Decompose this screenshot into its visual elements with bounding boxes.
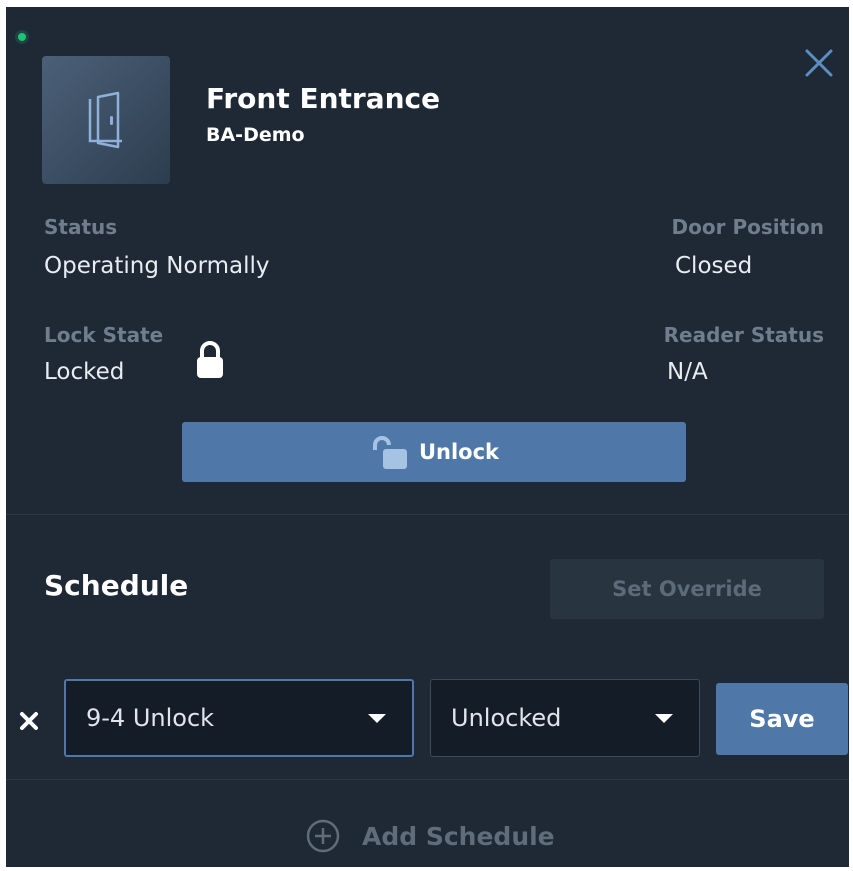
close-icon[interactable]	[804, 48, 834, 78]
save-button-label: Save	[749, 705, 815, 733]
unlock-button[interactable]: Unlock	[182, 422, 686, 482]
section-divider	[6, 514, 849, 515]
section-divider	[6, 779, 849, 780]
padlock-open-icon	[372, 436, 407, 469]
door-thumbnail	[42, 56, 170, 184]
lock-state-label: Lock State	[44, 323, 164, 347]
add-schedule-button[interactable]: Add Schedule	[306, 819, 555, 853]
remove-schedule-icon[interactable]	[18, 710, 40, 732]
padlock-locked-icon	[194, 340, 226, 384]
schedule-title: Schedule	[44, 569, 189, 602]
schedule-select-value: 9-4 Unlock	[86, 704, 215, 732]
caret-down-icon	[368, 713, 386, 723]
lock-mode-select[interactable]: Unlocked	[430, 679, 700, 757]
status-value: Operating Normally	[44, 253, 270, 279]
reader-status-value: N/A	[667, 359, 708, 385]
online-status-dot	[18, 33, 26, 41]
lock-state-value: Locked	[44, 359, 125, 385]
site-name: BA-Demo	[206, 124, 305, 146]
door-position-label: Door Position	[671, 215, 824, 239]
door-name: Front Entrance	[206, 82, 441, 115]
set-override-label: Set Override	[612, 577, 762, 601]
door-icon	[88, 91, 122, 149]
unlock-button-label: Unlock	[418, 440, 500, 464]
status-label: Status	[44, 215, 118, 239]
save-button[interactable]: Save	[716, 683, 848, 755]
reader-status-label: Reader Status	[663, 323, 824, 347]
schedule-select[interactable]: 9-4 Unlock	[64, 679, 414, 757]
add-schedule-label: Add Schedule	[362, 821, 555, 851]
door-detail-panel: Front Entrance BA-Demo Status Operating …	[6, 7, 849, 867]
plus-circle-icon	[306, 819, 340, 853]
set-override-button[interactable]: Set Override	[550, 559, 824, 619]
lock-mode-select-value: Unlocked	[451, 704, 562, 732]
door-position-value: Closed	[675, 253, 753, 279]
caret-down-icon	[655, 713, 673, 723]
